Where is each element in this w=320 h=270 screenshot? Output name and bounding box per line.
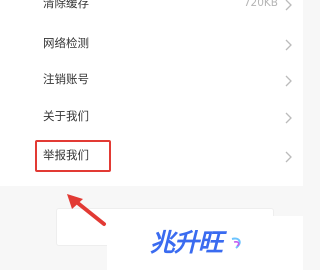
menu-item-network-check[interactable]: 网络检测 [0,26,303,62]
chevron-right-icon [285,151,292,163]
chevron-right-icon [285,75,292,87]
pointer-arrow-icon [67,194,106,226]
highlight-box [35,140,111,172]
watermark-swirl-icon [231,237,241,249]
cache-size-value: 720KB [243,0,278,9]
menu-item-about-us[interactable]: 关于我们 [0,99,303,135]
watermark-text: 兆升旺 [150,228,223,257]
menu-item-label: 关于我们 [43,109,89,123]
chevron-right-icon [285,39,292,51]
chevron-right-icon [285,112,292,124]
menu-item-label: 网络检测 [43,36,89,50]
menu-item-label: 清除缓存 [43,0,89,10]
menu-item-label: 注销账号 [43,72,89,86]
menu-item-delete-account[interactable]: 注销账号 [0,62,303,98]
chevron-right-icon [285,0,292,11]
menu-item-clear-cache[interactable]: 清除缓存 720KB [0,0,303,22]
settings-menu: 清除缓存 720KB 网络检测 注销账号 关于我们 举报我们 [0,0,303,186]
